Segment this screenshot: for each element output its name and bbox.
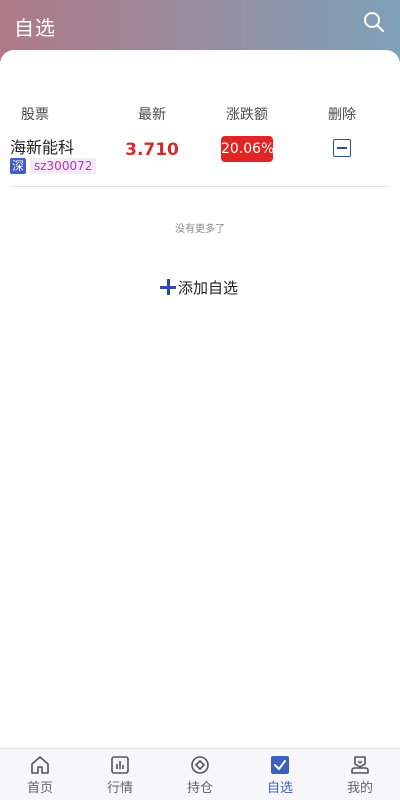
market-chart-icon — [111, 756, 129, 774]
position-icon — [191, 756, 209, 774]
tab-label: 持仓 — [186, 781, 213, 796]
column-header-latest: 最新 — [138, 107, 166, 123]
tab-mine[interactable]: 我的 — [320, 749, 400, 800]
no-more-text: 没有更多了 — [175, 224, 225, 235]
change-badge: 20.06% — [221, 136, 274, 162]
table-row[interactable]: 海新能科 深 sz300072 3.710 20.06% — [10, 134, 390, 187]
tab-position[interactable]: 持仓 — [160, 749, 240, 800]
page-title: 自选 — [14, 16, 56, 40]
column-header-stock: 股票 — [21, 107, 49, 123]
tab-label: 我的 — [346, 781, 373, 796]
add-watchlist-label: 添加自选 — [178, 278, 239, 297]
bottom-tab-bar: 首页 行情 持仓 自选 我的 — [0, 748, 400, 800]
tab-home[interactable]: 首页 — [0, 749, 80, 800]
tab-label: 行情 — [106, 781, 133, 796]
column-header-change: 涨跌额 — [226, 107, 268, 123]
minus-icon — [337, 147, 347, 149]
tab-watchlist[interactable]: 自选 — [240, 749, 320, 800]
stock-name: 海新能科 — [10, 138, 75, 157]
latest-price: 3.710 — [125, 140, 179, 160]
plus-icon — [160, 279, 176, 295]
search-button[interactable] — [362, 10, 386, 34]
column-header-delete: 删除 — [328, 107, 356, 123]
user-icon — [351, 756, 369, 774]
search-icon — [364, 12, 384, 32]
add-watchlist-button[interactable]: 添加自选 — [160, 276, 238, 298]
table-header: 股票 最新 涨跌额 删除 — [0, 104, 400, 124]
app: 自选 股票 最新 涨跌额 删除 海新能科 深 sz300072 3.710 20… — [0, 0, 400, 800]
watchlist-card: 股票 最新 涨跌额 删除 海新能科 深 sz300072 3.710 20.06… — [0, 50, 400, 748]
checkbox-icon — [271, 756, 289, 774]
stock-code: sz300072 — [30, 158, 97, 174]
home-icon — [31, 756, 49, 774]
tab-label: 首页 — [26, 781, 53, 796]
market-badge: 深 — [10, 158, 26, 174]
tab-market[interactable]: 行情 — [80, 749, 160, 800]
delete-button[interactable] — [333, 139, 351, 157]
tab-label: 自选 — [266, 781, 293, 796]
